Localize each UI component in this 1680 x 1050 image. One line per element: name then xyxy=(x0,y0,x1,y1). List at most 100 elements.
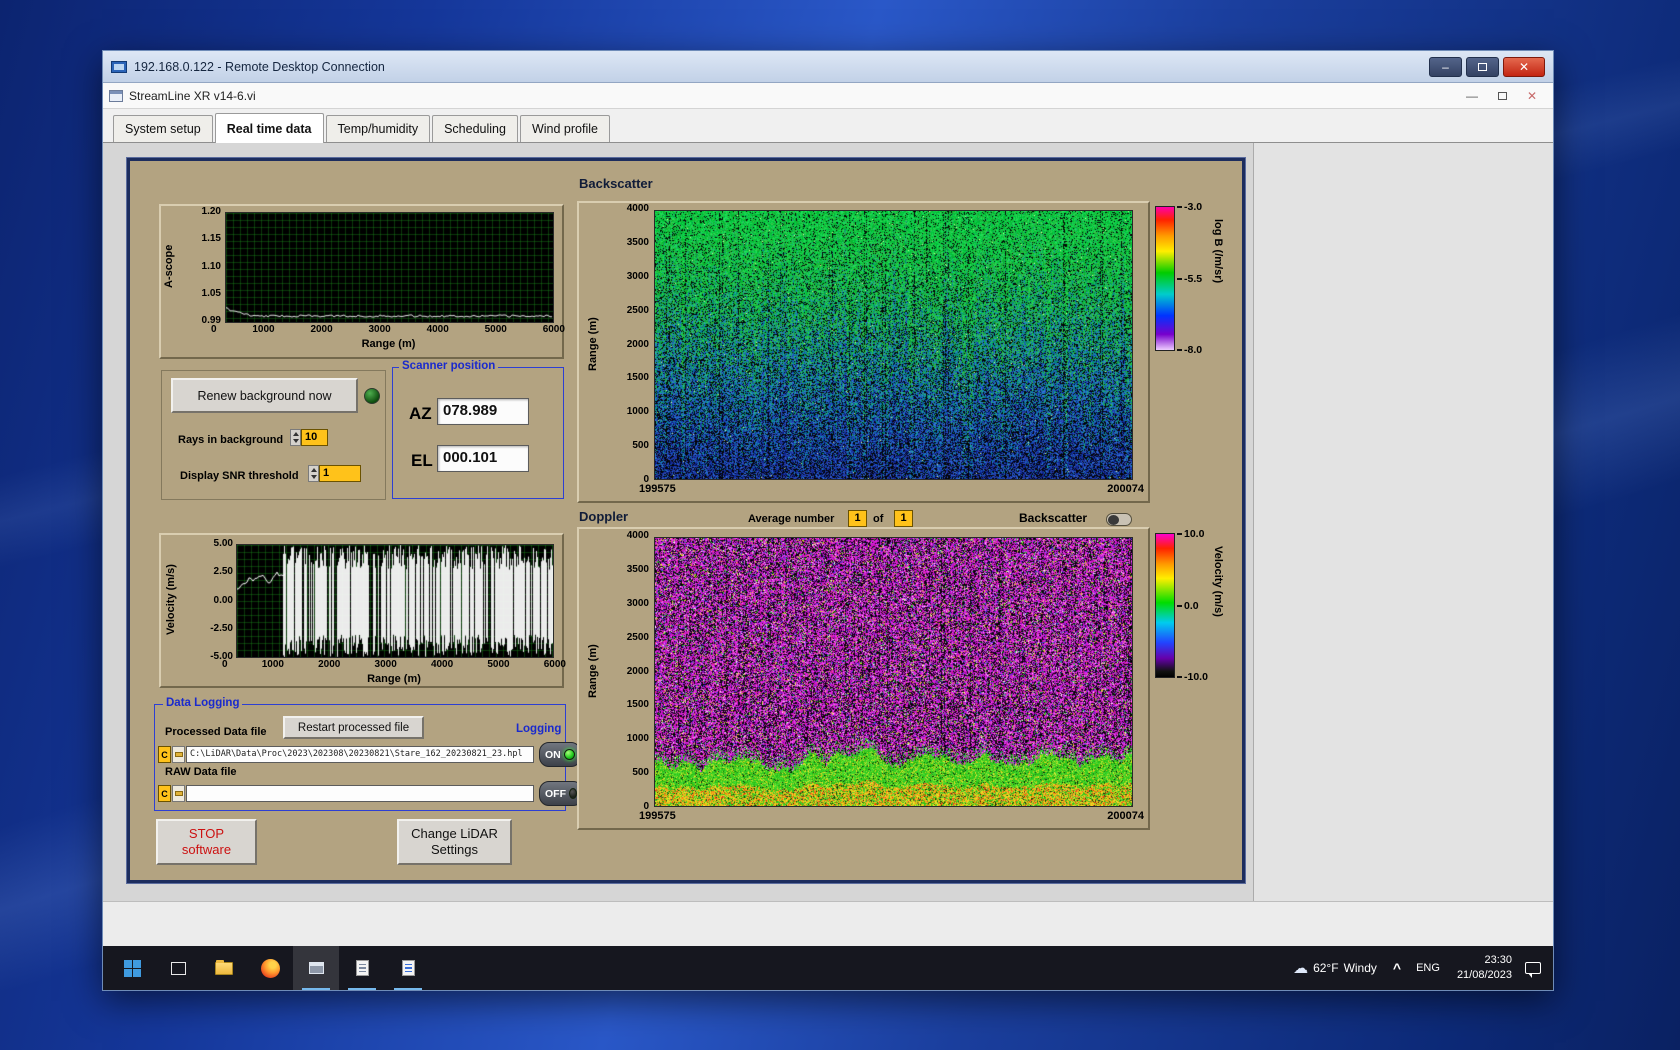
restart-processed-file-button[interactable]: Restart processed file xyxy=(283,716,424,739)
action-center-icon[interactable] xyxy=(1525,962,1541,978)
tab-real-time-data[interactable]: Real time data xyxy=(214,113,324,143)
tick-label: 2.50 xyxy=(213,566,233,578)
desktop-background: 192.168.0.122 - Remote Desktop Connectio… xyxy=(0,0,1680,1050)
rdp-minimize-button[interactable]: – xyxy=(1429,56,1462,77)
az-value-field[interactable]: 078.989 xyxy=(437,398,529,425)
change-line2: Settings xyxy=(431,842,478,857)
tick-label: 3500 xyxy=(626,236,649,248)
tick-label: 5000 xyxy=(484,324,507,335)
scan-schedule-taskbar-button[interactable] xyxy=(339,946,385,990)
toggle-knob-icon xyxy=(1108,514,1119,525)
off-led-icon xyxy=(569,788,577,799)
raw-drive-selector[interactable]: C xyxy=(158,785,171,802)
stop-line2: software xyxy=(181,842,232,857)
stop-software-button[interactable]: STOP software xyxy=(156,819,257,865)
task-view-button[interactable] xyxy=(155,946,201,990)
rays-value-field[interactable]: 10 xyxy=(301,429,328,446)
app-window-icon xyxy=(308,962,324,974)
change-lidar-settings-button[interactable]: Change LiDAR Settings xyxy=(397,819,512,865)
tab-wind-profile[interactable]: Wind profile xyxy=(519,115,610,142)
doppler-y-ticks: 4000 3500 3000 2500 2000 1500 1000 500 0 xyxy=(609,530,649,812)
folder-icon xyxy=(174,752,183,757)
language-indicator[interactable]: ENG xyxy=(1408,962,1448,974)
tick-mark-icon xyxy=(1177,676,1182,678)
velocity-y-axis-label: Velocity (m/s) xyxy=(165,564,177,636)
backscatter-y-axis-label: Range (m) xyxy=(587,317,599,371)
document-taskbar-button[interactable] xyxy=(385,946,431,990)
tick-label: 2500 xyxy=(626,631,649,643)
app-vi-icon xyxy=(109,89,123,102)
processed-logging-on-button[interactable]: ON xyxy=(539,742,581,767)
increment-icon xyxy=(292,432,299,437)
snr-spinner-arrows[interactable] xyxy=(308,465,319,482)
system-tray: ☁ 62°F Windy ^ ENG 23:30 21/08/2023 xyxy=(1284,946,1553,990)
backscatter-x-end: 200074 xyxy=(1107,483,1144,495)
rdp-titlebar[interactable]: 192.168.0.122 - Remote Desktop Connectio… xyxy=(103,51,1553,83)
start-button[interactable] xyxy=(109,946,155,990)
tray-overflow-chevron[interactable]: ^ xyxy=(1386,960,1408,976)
doppler-section-title: Doppler xyxy=(579,509,629,524)
logging-label: Logging xyxy=(513,723,565,735)
remote-session-area: StreamLine XR v14-6.vi — ✕ System setup … xyxy=(103,83,1553,990)
el-value-field[interactable]: 000.101 xyxy=(437,445,529,472)
doppler-colorbar-label: Velocity (m/s) xyxy=(1212,546,1224,617)
snr-value-field[interactable]: 1 xyxy=(319,465,361,482)
tab-temp-humidity[interactable]: Temp/humidity xyxy=(325,115,431,142)
tick-label: 0 xyxy=(222,659,228,670)
running-indicator xyxy=(394,988,422,990)
velocity-y-ticks: 5.00 2.50 0.00 -2.50 -5.00 xyxy=(187,538,233,662)
taskbar-icons xyxy=(103,946,431,990)
raw-path-field[interactable] xyxy=(186,785,534,802)
processed-drive-selector[interactable]: C xyxy=(158,746,171,763)
folder-icon xyxy=(174,791,183,796)
el-label: EL xyxy=(411,451,433,470)
app-titlebar[interactable]: StreamLine XR v14-6.vi — ✕ xyxy=(103,83,1553,109)
front-panel-area: A-scope 1.20 1.15 1.10 1.05 0.99 0 1000 2000 30… xyxy=(103,143,1553,901)
raw-browse-icon[interactable] xyxy=(172,785,185,802)
clock-date: 21/08/2023 xyxy=(1456,969,1512,981)
on-led-icon xyxy=(563,749,575,760)
average-total-field[interactable]: 1 xyxy=(894,510,913,527)
tick-label: 1.05 xyxy=(201,287,221,299)
velocity-x-axis-label: Range (m) xyxy=(367,673,421,685)
tick-label: 6000 xyxy=(542,324,565,335)
weather-widget[interactable]: ☁ 62°F Windy xyxy=(1284,946,1386,990)
ascope-x-ticks: 0 1000 2000 3000 4000 5000 6000 xyxy=(211,324,565,335)
processed-browse-icon[interactable] xyxy=(172,746,185,763)
colorbar-tick: -3.0 xyxy=(1177,201,1202,213)
tab-system-setup[interactable]: System setup xyxy=(113,115,213,142)
snr-threshold-stepper[interactable]: 1 xyxy=(308,465,361,482)
tick-mark-icon xyxy=(1177,349,1182,351)
streamline-taskbar-button[interactable] xyxy=(293,946,339,990)
background-status-led xyxy=(364,388,380,404)
backscatter-toggle-switch[interactable] xyxy=(1106,513,1132,526)
on-button-label: ON xyxy=(545,748,561,761)
average-number-field[interactable]: 1 xyxy=(848,510,867,527)
firefox-button[interactable] xyxy=(247,946,293,990)
running-indicator xyxy=(348,988,376,990)
app-close-button[interactable]: ✕ xyxy=(1517,86,1547,106)
file-explorer-button[interactable] xyxy=(201,946,247,990)
decrement-icon xyxy=(292,438,299,443)
tick-label: 2000 xyxy=(626,665,649,677)
app-title: StreamLine XR v14-6.vi xyxy=(129,88,256,103)
tick-label: 3000 xyxy=(626,597,649,609)
renew-background-button[interactable]: Renew background now xyxy=(171,378,358,413)
app-restore-button[interactable] xyxy=(1487,86,1517,106)
weather-temperature: 62°F xyxy=(1313,961,1339,975)
rays-in-background-stepper[interactable]: 10 xyxy=(290,429,328,446)
rays-spinner-arrows[interactable] xyxy=(290,429,301,446)
processed-path-field[interactable]: C:\LiDAR\Data\Proc\2023\202308\20230821\… xyxy=(186,746,534,763)
rdp-maximize-button[interactable] xyxy=(1466,56,1499,77)
tick-label: -3.0 xyxy=(1184,201,1203,213)
backscatter-section-title: Backscatter xyxy=(579,176,653,191)
tick-label: 0.0 xyxy=(1184,599,1199,612)
tick-label: 4000 xyxy=(626,530,649,541)
tick-label: 3000 xyxy=(374,659,397,670)
taskbar-clock[interactable]: 23:30 21/08/2023 xyxy=(1448,953,1521,983)
tick-label: 3500 xyxy=(626,563,649,575)
tab-scheduling[interactable]: Scheduling xyxy=(432,115,518,142)
app-minimize-button[interactable]: — xyxy=(1457,86,1487,106)
rdp-close-button[interactable]: ✕ xyxy=(1503,56,1545,77)
tick-mark-icon xyxy=(1177,206,1182,208)
